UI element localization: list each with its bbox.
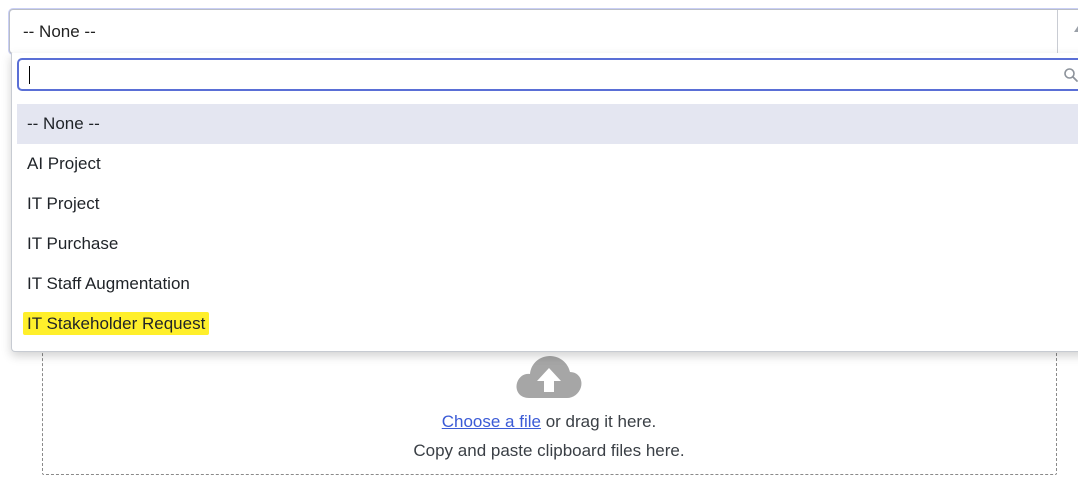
search-icon xyxy=(1064,68,1078,82)
search-input[interactable] xyxy=(23,62,1033,87)
option-it-project[interactable]: IT Project xyxy=(17,184,1078,224)
option-none[interactable]: -- None -- xyxy=(17,104,1078,144)
choose-file-link[interactable]: Choose a file xyxy=(442,412,541,431)
paste-instructions: Copy and paste clipboard files here. xyxy=(413,441,685,460)
option-it-purchase[interactable]: IT Purchase xyxy=(17,224,1078,264)
category-select[interactable]: -- None -- xyxy=(9,9,1078,54)
option-label: IT Staff Augmentation xyxy=(27,274,190,293)
options-list: -- None -- AI Project IT Project IT Purc… xyxy=(17,104,1078,344)
dropdown-search[interactable] xyxy=(17,58,1078,91)
cloud-upload-icon xyxy=(516,356,582,398)
option-label: IT Purchase xyxy=(27,234,119,253)
option-label-highlighted: IT Stakeholder Request xyxy=(23,312,210,335)
option-label: -- None -- xyxy=(27,114,100,133)
option-it-stakeholder-request[interactable]: IT Stakeholder Request xyxy=(17,304,1078,344)
upload-instructions: Choose a file or drag it here. xyxy=(0,412,1078,432)
option-label: IT Project xyxy=(27,194,100,213)
option-ai-project[interactable]: AI Project xyxy=(17,144,1078,184)
option-it-staff-augmentation[interactable]: IT Staff Augmentation xyxy=(17,264,1078,304)
select-current-value: -- None -- xyxy=(23,22,96,41)
chevron-up-icon xyxy=(1074,26,1078,32)
drag-text: or drag it here. xyxy=(540,412,657,431)
select-toggle[interactable] xyxy=(1057,10,1078,53)
select-dropdown: -- None -- AI Project IT Project IT Purc… xyxy=(11,53,1078,352)
option-label: AI Project xyxy=(27,154,101,173)
